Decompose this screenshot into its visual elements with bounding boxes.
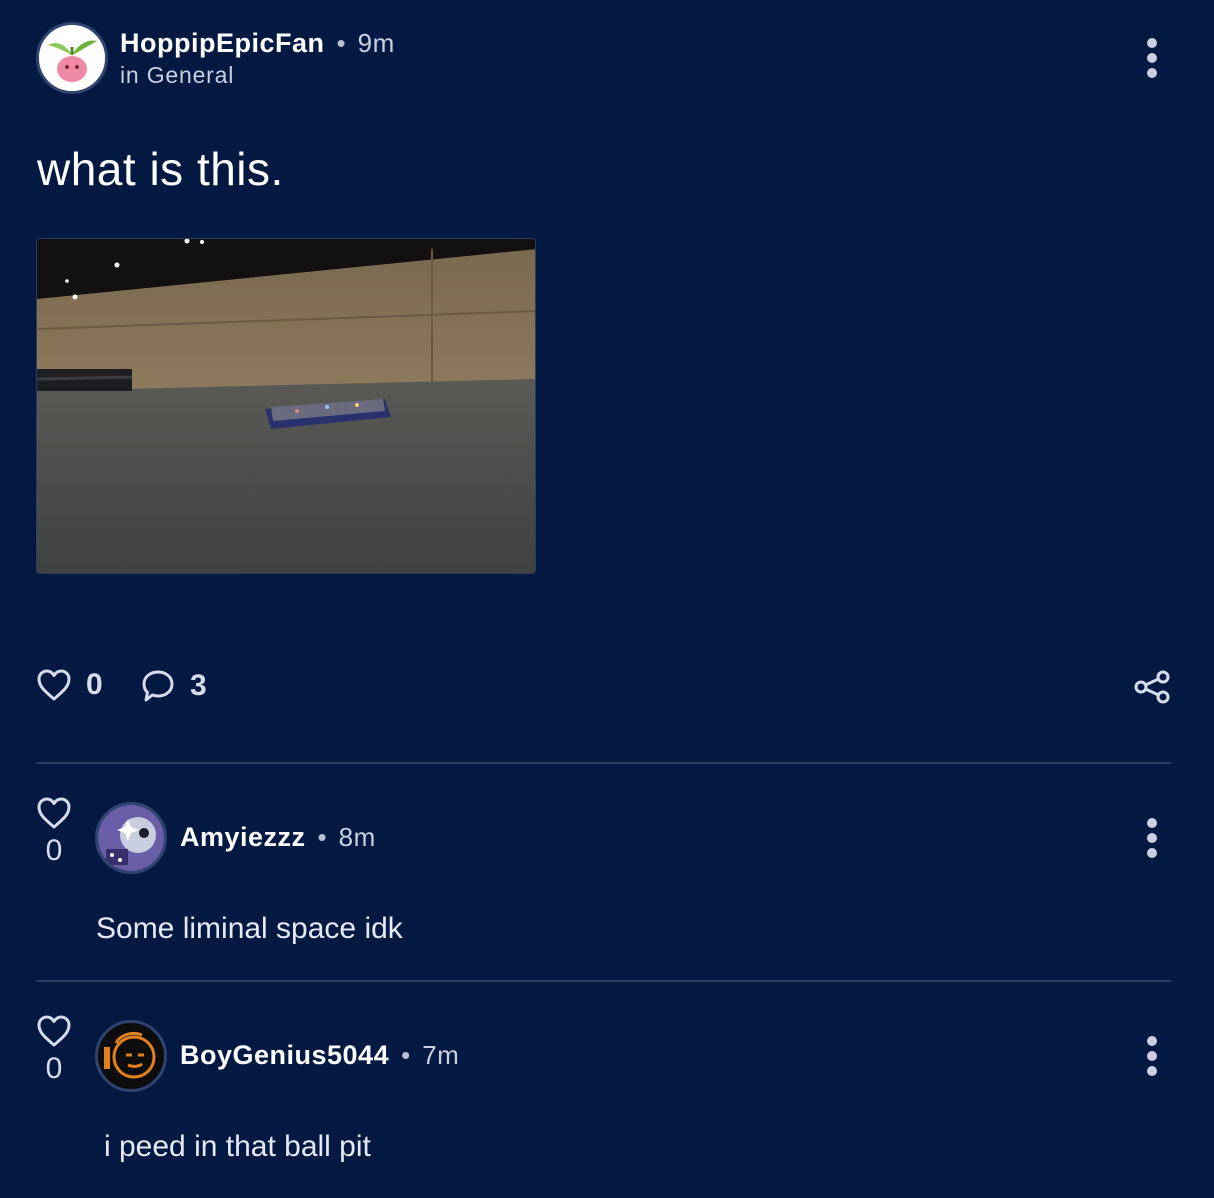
share-button[interactable] [1133,670,1171,709]
comment-like-button[interactable]: 0 [34,1014,74,1086]
post-like-button[interactable]: 0 [36,668,103,702]
commenter-avatar[interactable] [95,1020,167,1092]
comment-like-count: 0 [45,834,63,867]
comment-header: BoyGenius5044 • 7m [180,1040,459,1071]
comment-more-options-icon[interactable] [1140,1036,1164,1076]
post-title: what is this. [37,143,284,195]
share-icon [1134,670,1170,704]
comment-like-count: 0 [45,1052,63,1085]
commenter-name[interactable]: BoyGenius5044 [180,1040,389,1071]
comment-timestamp: 8m [338,822,376,852]
heart-icon [37,669,71,701]
separator-dot: • [317,822,327,852]
separator-dot: • [336,28,346,58]
post-image[interactable] [36,238,536,574]
separator-dot: • [401,1040,411,1070]
post-divider [36,762,1171,764]
post-more-options-icon[interactable] [1140,38,1164,78]
comment-text: Some liminal space idk [96,912,403,945]
heart-icon [37,797,71,829]
boygenius-avatar-icon [98,1023,164,1089]
post-comment-button[interactable]: 3 [140,668,207,704]
speech-bubble-icon [142,670,174,702]
empty-hall-ball-pit-photo [37,239,535,573]
post-community[interactable]: in General [120,62,234,89]
comment-more-options-icon[interactable] [1140,818,1164,858]
author-avatar[interactable] [36,22,108,94]
comment-header: Amyiezzz • 8m [180,822,376,853]
heart-icon [37,1015,71,1047]
comment-timestamp: 7m [422,1040,460,1070]
commenter-name[interactable]: Amyiezzz [180,822,306,853]
comment-text: i peed in that ball pit [104,1130,371,1163]
post-comment-count: 3 [190,669,207,702]
post-like-count: 0 [86,668,103,701]
commenter-avatar[interactable] [95,802,167,874]
comment-divider [36,980,1171,982]
post-author-row: HoppipEpicFan • 9m [120,28,395,59]
hoppip-avatar-icon [39,25,105,91]
post-author-name[interactable]: HoppipEpicFan [120,28,325,59]
comment-like-button[interactable]: 0 [34,796,74,868]
post-timestamp: 9m [357,28,395,58]
amyiezzz-avatar-icon [98,805,164,871]
